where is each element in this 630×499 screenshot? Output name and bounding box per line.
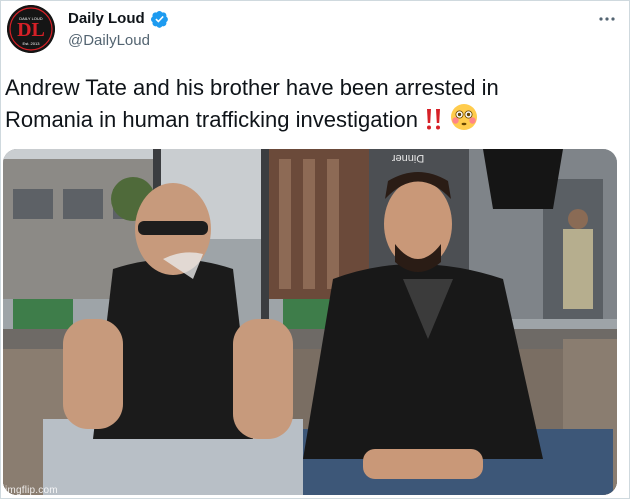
avatar-est-text: Est. 2013 bbox=[23, 41, 41, 46]
tweet-text-line-2-wrap: Romania in human trafficking investigati… bbox=[5, 103, 605, 135]
tweet-card: DL DAILY LOUD Est. 2013 Daily Loud @Dail… bbox=[0, 0, 630, 499]
imgflip-watermark: imgflip.com bbox=[5, 485, 58, 496]
avatar-brand-text: DAILY LOUD bbox=[19, 16, 43, 21]
more-options-icon[interactable] bbox=[597, 11, 617, 27]
restaurant-sign-text: Dinner bbox=[391, 152, 424, 164]
tweet-photo[interactable]: Dinner bbox=[3, 149, 617, 495]
author-avatar[interactable]: DL DAILY LOUD Est. 2013 bbox=[7, 5, 55, 53]
photo-two-men-seated-on-sofa-icon: Dinner bbox=[3, 149, 617, 495]
tweet-text: Andrew Tate and his brother have been ar… bbox=[5, 73, 605, 135]
daily-loud-logo-icon: DL DAILY LOUD Est. 2013 bbox=[7, 5, 55, 53]
avatar-logo-text: DL bbox=[17, 19, 45, 41]
author-handle[interactable]: @DailyLoud bbox=[68, 32, 150, 49]
tweet-text-line-2: Romania in human trafficking investigati… bbox=[5, 107, 418, 132]
double-exclamation-icon bbox=[426, 109, 440, 130]
author-display-name[interactable]: Daily Loud bbox=[68, 10, 145, 27]
flushed-face-icon bbox=[450, 104, 477, 130]
verified-badge-icon bbox=[151, 10, 168, 28]
tweet-text-line-1: Andrew Tate and his brother have been ar… bbox=[5, 75, 499, 100]
